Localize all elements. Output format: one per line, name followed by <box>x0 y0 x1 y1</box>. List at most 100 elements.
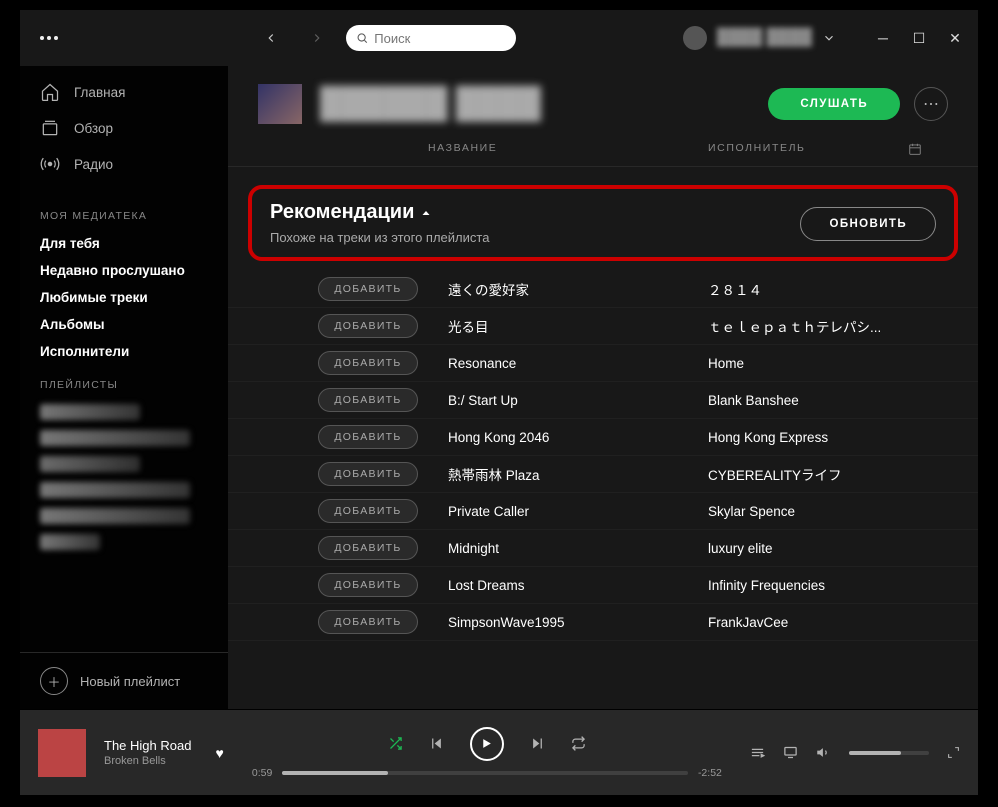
library-item-for-you[interactable]: Для тебя <box>20 230 228 257</box>
repeat-button[interactable] <box>571 736 586 751</box>
queue-button[interactable] <box>750 745 765 760</box>
main-content: ██████ ████ СЛУШАТЬ ⋯ НАЗВАНИЕ ИСПОЛНИТЕ… <box>228 66 978 709</box>
play-icon <box>480 737 493 750</box>
track-row[interactable]: ДОБАВИТЬHong Kong 2046Hong Kong Express <box>228 419 978 456</box>
track-row[interactable]: ДОБАВИТЬResonanceHome <box>228 345 978 382</box>
library-item-albums[interactable]: Альбомы <box>20 311 228 338</box>
recommendations-panel: Рекомендации Похоже на треки из этого пл… <box>248 185 958 261</box>
browse-icon <box>40 118 60 138</box>
more-options-button[interactable]: ⋯ <box>914 87 948 121</box>
playlist-item[interactable] <box>40 430 190 446</box>
playlist-item[interactable] <box>40 404 140 420</box>
track-title: Lost Dreams <box>418 578 708 593</box>
track-row[interactable]: ДОБАВИТЬMidnightluxury elite <box>228 530 978 567</box>
track-title: 光る目 <box>418 316 708 336</box>
chevron-left-icon <box>264 31 278 45</box>
devices-icon <box>783 745 798 760</box>
window-maximize-button[interactable]: ☐ <box>912 30 926 47</box>
playlist-item[interactable] <box>40 534 100 550</box>
like-button[interactable]: ♥ <box>215 745 223 761</box>
now-playing-cover[interactable] <box>38 729 86 777</box>
search-input[interactable] <box>374 31 506 46</box>
new-playlist-button[interactable]: ＋ Новый плейлист <box>20 652 228 709</box>
add-track-button[interactable]: ДОБАВИТЬ <box>318 610 418 634</box>
playlist-item[interactable] <box>40 456 140 472</box>
plus-icon: ＋ <box>40 667 68 695</box>
add-track-button[interactable]: ДОБАВИТЬ <box>318 388 418 412</box>
track-artist: Home <box>708 356 948 371</box>
next-track-button[interactable] <box>530 736 545 751</box>
calendar-icon <box>908 142 922 156</box>
sidebar-item-home[interactable]: Главная <box>20 74 228 110</box>
track-title: Hong Kong 2046 <box>418 430 708 445</box>
playlist-cover[interactable] <box>258 84 302 124</box>
prev-track-button[interactable] <box>429 736 444 751</box>
sidebar-browse-label: Обзор <box>74 121 113 136</box>
track-row[interactable]: ДОБАВИТЬLost DreamsInfinity Frequencies <box>228 567 978 604</box>
add-track-button[interactable]: ДОБАВИТЬ <box>318 314 418 338</box>
add-track-button[interactable]: ДОБАВИТЬ <box>318 536 418 560</box>
volume-slider[interactable] <box>849 751 929 755</box>
track-title: B:/ Start Up <box>418 393 708 408</box>
library-item-artists[interactable]: Исполнители <box>20 338 228 365</box>
nav-back-button[interactable] <box>254 21 288 55</box>
add-track-button[interactable]: ДОБАВИТЬ <box>318 499 418 523</box>
sidebar-item-radio[interactable]: Радио <box>20 146 228 182</box>
track-row[interactable]: ДОБАВИТЬ光る目ｔｅｌｅｐａｔｈテレパシ... <box>228 308 978 345</box>
refresh-button[interactable]: ОБНОВИТЬ <box>800 207 936 241</box>
user-name-label[interactable]: ████ ████ <box>717 29 812 47</box>
track-row[interactable]: ДОБАВИТЬSimpsonWave1995FrankJavCee <box>228 604 978 641</box>
library-heading: МОЯ МЕДИАТЕКА <box>20 196 228 230</box>
column-artist: ИСПОЛНИТЕЛЬ <box>708 142 908 156</box>
track-artist: Infinity Frequencies <box>708 578 948 593</box>
playlist-item[interactable] <box>40 482 190 498</box>
add-track-button[interactable]: ДОБАВИТЬ <box>318 425 418 449</box>
new-playlist-label: Новый плейлист <box>80 674 180 689</box>
window-minimize-button[interactable]: ─ <box>876 30 890 47</box>
window-close-button[interactable]: ✕ <box>948 30 962 47</box>
play-pause-button[interactable] <box>470 727 504 761</box>
sidebar-item-browse[interactable]: Обзор <box>20 110 228 146</box>
shuffle-button[interactable] <box>388 736 403 751</box>
now-playing-title[interactable]: The High Road <box>104 738 191 753</box>
play-button[interactable]: СЛУШАТЬ <box>768 88 900 120</box>
column-title: НАЗВАНИЕ <box>428 142 708 156</box>
nav-forward-button[interactable] <box>300 21 334 55</box>
devices-button[interactable] <box>783 745 798 760</box>
queue-icon <box>750 745 765 760</box>
add-track-button[interactable]: ДОБАВИТЬ <box>318 462 418 486</box>
add-track-button[interactable]: ДОБАВИТЬ <box>318 351 418 375</box>
library-item-recent[interactable]: Недавно прослушано <box>20 257 228 284</box>
playlist-item[interactable] <box>40 508 190 524</box>
fullscreen-button[interactable] <box>947 746 960 759</box>
radio-icon <box>40 154 60 174</box>
user-menu-toggle[interactable] <box>822 31 836 45</box>
track-artist: CYBEREALITYライフ <box>708 464 948 484</box>
recommendations-title[interactable]: Рекомендации <box>270 201 489 224</box>
track-row[interactable]: ДОБАВИТЬ遠くの愛好家２８１４ <box>228 271 978 308</box>
track-artist: Hong Kong Express <box>708 430 948 445</box>
sidebar: Главная Обзор Радио МОЯ МЕДИАТЕКА Для те… <box>20 66 228 709</box>
track-row[interactable]: ДОБАВИТЬ熱帯雨林 PlazaCYBEREALITYライフ <box>228 456 978 493</box>
track-row[interactable]: ДОБАВИТЬB:/ Start UpBlank Banshee <box>228 382 978 419</box>
track-artist: ２８１４ <box>708 279 948 299</box>
track-title: 遠くの愛好家 <box>418 279 708 299</box>
sidebar-radio-label: Радио <box>74 157 113 172</box>
mute-button[interactable] <box>816 745 831 760</box>
playlists-heading: ПЛЕЙЛИСТЫ <box>20 365 228 399</box>
user-avatar[interactable] <box>683 26 707 50</box>
elapsed-time: 0:59 <box>252 767 272 779</box>
seek-bar[interactable] <box>282 771 688 775</box>
skip-forward-icon <box>530 736 545 751</box>
app-menu-button[interactable] <box>36 36 62 40</box>
library-item-liked[interactable]: Любимые треки <box>20 284 228 311</box>
now-playing-artist[interactable]: Broken Bells <box>104 755 191 767</box>
search-field[interactable] <box>346 25 516 51</box>
track-title: Resonance <box>418 356 708 371</box>
add-track-button[interactable]: ДОБАВИТЬ <box>318 573 418 597</box>
track-row[interactable]: ДОБАВИТЬPrivate CallerSkylar Spence <box>228 493 978 530</box>
shuffle-icon <box>388 736 403 751</box>
track-artist: FrankJavCee <box>708 615 948 630</box>
repeat-icon <box>571 736 586 751</box>
add-track-button[interactable]: ДОБАВИТЬ <box>318 277 418 301</box>
